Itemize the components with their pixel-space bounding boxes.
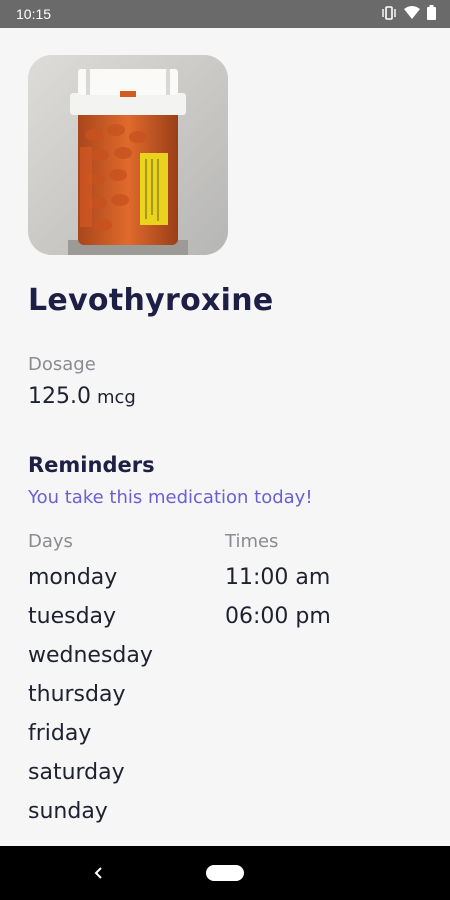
status-icons xyxy=(381,5,436,23)
back-icon[interactable] xyxy=(92,860,106,886)
medication-photo[interactable] xyxy=(28,55,228,255)
battery-icon xyxy=(427,5,436,23)
day-item: tuesday xyxy=(28,604,117,629)
day-item: friday xyxy=(28,721,92,746)
status-bar: 10:15 xyxy=(0,0,450,28)
days-label: Days xyxy=(28,531,73,552)
day-item: sunday xyxy=(28,799,108,824)
reminders-title: Reminders xyxy=(28,453,155,477)
times-list: 11:00 am 06:00 pm xyxy=(225,565,331,643)
time-item: 06:00 pm xyxy=(225,604,331,629)
navigation-bar xyxy=(0,846,450,900)
day-item: monday xyxy=(28,565,118,590)
times-label: Times xyxy=(225,531,279,552)
home-icon[interactable] xyxy=(206,865,244,881)
vibrate-icon xyxy=(381,5,397,23)
pill-bottle-icon xyxy=(28,55,228,255)
days-list: monday tuesday wednesday thursday friday… xyxy=(28,565,153,838)
day-item: thursday xyxy=(28,682,126,707)
day-item: wednesday xyxy=(28,643,153,668)
dosage-unit: mcg xyxy=(96,387,136,408)
dosage-label: Dosage xyxy=(28,354,96,375)
wifi-icon xyxy=(404,6,420,22)
today-reminder-note: You take this medication today! xyxy=(28,487,313,508)
medication-name: Levothyroxine xyxy=(28,283,274,318)
status-time: 10:15 xyxy=(16,6,52,22)
dosage-amount: 125.0 xyxy=(28,384,91,409)
time-item: 11:00 am xyxy=(225,565,331,590)
dosage-value: 125.0 mcg xyxy=(28,384,136,409)
day-item: saturday xyxy=(28,760,125,785)
